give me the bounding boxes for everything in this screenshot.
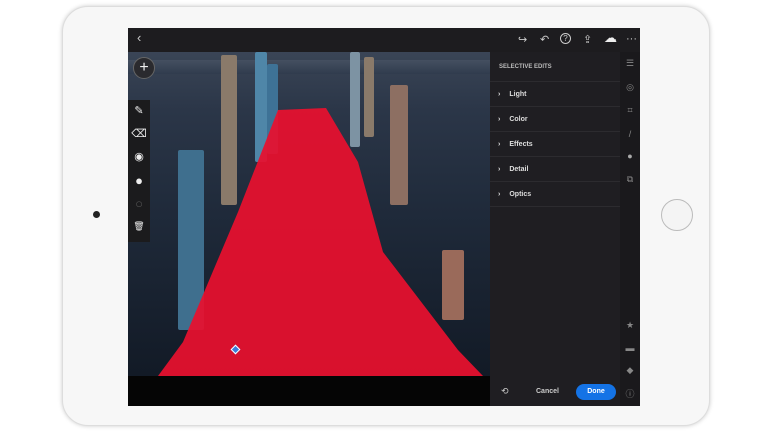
done-button[interactable]: Done [576, 384, 616, 400]
filled-circle-icon[interactable]: ● [128, 169, 150, 192]
section-effects[interactable]: › Effects [490, 132, 620, 157]
selective-edits-panel: SELECTIVE EDITS › Light › Color › Effects ›… [490, 52, 620, 406]
more-icon[interactable]: ··· [626, 33, 637, 45]
radial-icon[interactable]: ◉ [128, 146, 150, 169]
section-color[interactable]: › Color [490, 107, 620, 132]
section-optics[interactable]: › Optics [490, 182, 620, 207]
presets-icon[interactable]: ◎ [620, 82, 640, 93]
section-detail[interactable]: › Detail [490, 157, 620, 182]
info-icon[interactable]: ⓘ [620, 387, 640, 400]
section-label: Optics [509, 191, 532, 198]
photo-canvas[interactable] [128, 52, 490, 376]
chevron-right-icon: › [498, 191, 501, 198]
chevron-right-icon: › [498, 116, 501, 123]
star-icon[interactable]: ★ [620, 320, 640, 331]
right-icon-rail: ☰ ◎ ⌗ / ● ⧉ ★ ▬ ◆ ⓘ [620, 52, 640, 406]
lightroom-screen: ‹ ↪ ↶ ? ⇪ ☁ ··· + ✎ ⌫ ◉ ● ○ 🗑 SELECTIVE … [128, 28, 640, 406]
canvas-bottom [128, 376, 490, 406]
top-bar: ‹ ↪ ↶ ? ⇪ ☁ ··· [128, 28, 640, 52]
section-label: Color [509, 116, 528, 123]
chevron-right-icon: › [498, 141, 501, 148]
section-label: Effects [509, 141, 533, 148]
help-icon[interactable]: ? [560, 33, 571, 44]
selective-icon[interactable]: ● [620, 151, 640, 161]
healing-brush-icon[interactable]: / [620, 129, 640, 139]
home-button[interactable] [661, 199, 693, 231]
undo-icon[interactable]: ↶ [540, 33, 549, 46]
add-mask-button[interactable]: + [133, 57, 155, 79]
brush-icon[interactable]: ✎ [128, 100, 150, 123]
versions-icon[interactable]: ⧉ [620, 174, 640, 185]
redo-icon[interactable]: ↪ [518, 33, 527, 46]
chevron-right-icon: › [498, 91, 501, 98]
section-light[interactable]: › Light [490, 82, 620, 107]
back-icon[interactable]: ‹ [137, 30, 141, 45]
sliders-icon[interactable]: ☰ [620, 58, 640, 69]
crop-icon[interactable]: ⌗ [620, 105, 640, 116]
selective-mask-overlay [158, 108, 483, 376]
cloud-sync-icon[interactable]: ☁ [604, 30, 617, 46]
chevron-right-icon: › [498, 166, 501, 173]
front-camera [93, 211, 100, 218]
empty-circle-icon[interactable]: ○ [128, 192, 150, 215]
comment-icon[interactable]: ▬ [620, 343, 640, 353]
section-label: Light [509, 91, 527, 98]
trash-icon[interactable]: 🗑 [128, 215, 150, 238]
panel-title: SELECTIVE EDITS [490, 52, 620, 82]
reset-icon[interactable]: ⟲ [501, 386, 509, 397]
share-icon[interactable]: ⇪ [583, 33, 592, 46]
mask-toolbar: ✎ ⌫ ◉ ● ○ 🗑 [128, 100, 150, 242]
cancel-button[interactable]: Cancel [536, 388, 559, 395]
section-label: Detail [509, 166, 529, 173]
eraser-icon[interactable]: ⌫ [128, 123, 150, 146]
tag-icon[interactable]: ◆ [620, 365, 640, 376]
